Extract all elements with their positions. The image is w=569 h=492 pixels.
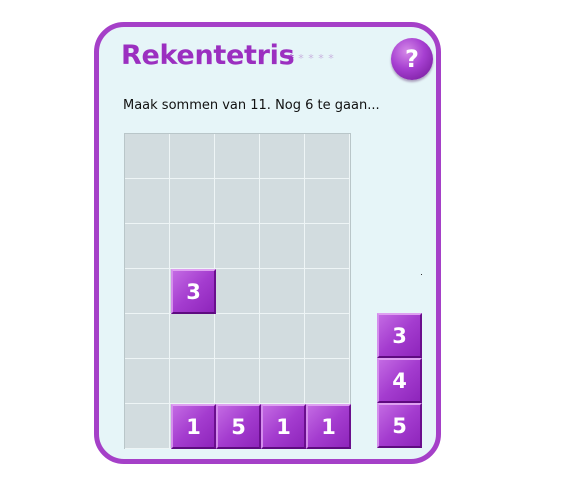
game-board[interactable]: 31511: [124, 133, 351, 449]
board-cell: [125, 359, 170, 404]
board-cell: [170, 134, 215, 179]
board-cell: [305, 314, 350, 359]
board-cell: [260, 269, 305, 314]
star-empty-icon: *: [298, 52, 304, 65]
placed-tile: 1: [306, 404, 351, 449]
board-cell: [215, 359, 260, 404]
board-cell: [125, 134, 170, 179]
board-cell: [305, 269, 350, 314]
board-cell: [170, 224, 215, 269]
difficulty-stars: * * * * *: [286, 52, 336, 65]
placed-tile: 5: [216, 404, 261, 449]
board-cell: [125, 224, 170, 269]
next-tile: 5: [377, 403, 422, 448]
board-cell: [215, 134, 260, 179]
star-empty-icon: *: [318, 52, 324, 65]
game-title: Rekentetris: [121, 40, 295, 71]
board-cell: [215, 314, 260, 359]
instruction-text: Maak sommen van 11. Nog 6 te gaan...: [123, 98, 380, 113]
board-cell: [170, 179, 215, 224]
board-cell: [260, 224, 305, 269]
placed-tile: 1: [261, 404, 306, 449]
board-cell: [215, 269, 260, 314]
board-cell: [125, 179, 170, 224]
star-empty-icon: *: [308, 52, 314, 65]
board-cell: [260, 134, 305, 179]
board-cell: [125, 404, 170, 449]
stray-dot: [421, 274, 422, 275]
placed-tile: 1: [171, 404, 216, 449]
board-cell: [260, 359, 305, 404]
board-cell: [260, 179, 305, 224]
star-empty-icon: *: [328, 52, 334, 65]
board-cell: [170, 314, 215, 359]
board-cell: [305, 134, 350, 179]
board-cell: [125, 269, 170, 314]
next-tile: 3: [377, 313, 422, 358]
board-cell: [260, 314, 305, 359]
board-cell: [215, 179, 260, 224]
board-cell: [305, 179, 350, 224]
board-cell: [215, 224, 260, 269]
board-cell: [305, 359, 350, 404]
board-cell: [305, 224, 350, 269]
falling-tile: 3: [171, 269, 216, 314]
board-cell: [170, 359, 215, 404]
next-tile: 4: [377, 358, 422, 403]
help-button[interactable]: ?: [391, 38, 433, 80]
star-filled-icon: *: [288, 52, 294, 65]
board-cell: [125, 314, 170, 359]
